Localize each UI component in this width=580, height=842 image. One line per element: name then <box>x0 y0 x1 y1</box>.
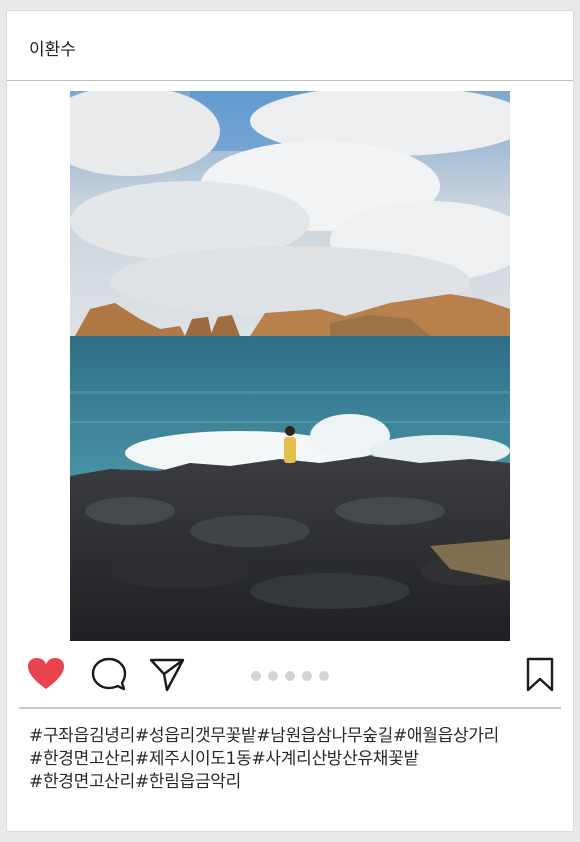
action-bar <box>7 651 573 701</box>
comment-icon[interactable] <box>91 657 127 693</box>
hashtag-link[interactable]: #애월읍상가리 <box>393 726 499 746</box>
post-card: 이환수 #구좌읍김녕리#성읍리갯무꽃밭#남원읍삼나무숲길#애월읍상가리 #한경면… <box>6 10 574 832</box>
send-icon[interactable] <box>149 657 185 693</box>
carousel-indicator <box>251 666 336 681</box>
hashtag-link[interactable]: #구좌읍김녕리 <box>29 726 135 746</box>
hashtag-link[interactable]: #한경면고산리 <box>29 749 135 769</box>
carousel-dot[interactable] <box>268 671 278 681</box>
hashtag-link[interactable]: #성읍리갯무꽃밭 <box>135 726 257 746</box>
carousel-dot[interactable] <box>319 671 329 681</box>
hashtag-link[interactable]: #한경면고산리 <box>29 772 135 792</box>
hashtag-link[interactable]: #사계리산방산유채꽃밭 <box>251 749 419 769</box>
hashtag-link[interactable]: #남원읍삼나무숲길 <box>256 726 393 746</box>
bookmark-icon[interactable] <box>525 657 555 693</box>
carousel-dot[interactable] <box>302 671 312 681</box>
hashtag-caption: #구좌읍김녕리#성읍리갯무꽃밭#남원읍삼나무숲길#애월읍상가리 #한경면고산리#… <box>29 725 559 794</box>
carousel-dot[interactable] <box>285 671 295 681</box>
divider <box>19 707 561 709</box>
post-header: 이환수 <box>7 11 573 81</box>
post-photo[interactable] <box>70 91 510 641</box>
hashtag-link[interactable]: #제주시이도1동 <box>135 749 252 769</box>
coastal-landscape-image <box>70 91 510 641</box>
heart-icon[interactable] <box>27 657 65 691</box>
carousel-dot[interactable] <box>251 671 261 681</box>
username[interactable]: 이환수 <box>29 35 76 60</box>
hashtag-link[interactable]: #한림읍금악리 <box>135 772 241 792</box>
